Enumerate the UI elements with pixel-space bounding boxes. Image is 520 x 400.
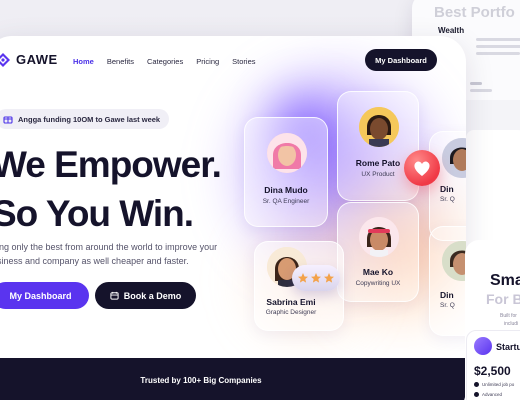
profile-role: Sr. Q: [440, 196, 455, 203]
nav-categories[interactable]: Categories: [147, 57, 183, 66]
nav-dashboard-button[interactable]: My Dashboard: [365, 49, 437, 71]
hero-card: GAWE Home Benefits Categories Pricing St…: [0, 36, 466, 400]
profile-name: Dina Mudo: [264, 185, 308, 195]
avatar: [442, 138, 466, 178]
trusted-text: Trusted by 100+ Big Companies: [140, 376, 262, 385]
plan-name: Startup: [496, 342, 520, 352]
avatar-photo: [442, 138, 466, 178]
main-nav: Home Benefits Categories Pricing Stories: [73, 57, 256, 66]
text-line: [476, 38, 520, 41]
heart-icon: [414, 161, 430, 176]
nav-benefits[interactable]: Benefits: [107, 57, 134, 66]
nav-pricing[interactable]: Pricing: [196, 57, 219, 66]
avatar-photo: [442, 241, 466, 281]
star-icon: [311, 273, 321, 283]
brand-name: GAWE: [16, 52, 58, 67]
profile-card-mae[interactable]: Mae Ko Copywriting UX: [337, 202, 419, 302]
avatar: [359, 217, 399, 257]
profile-role: Graphic Designer: [265, 309, 317, 316]
text-line: [470, 82, 482, 85]
profile-card-dina[interactable]: Dina Mudo Sr. QA Engineer: [244, 117, 328, 227]
text-line: [476, 45, 520, 48]
text-line: [470, 89, 492, 92]
description-line-1: iring only the best from around the worl…: [0, 242, 218, 252]
screenshot-stage: Best Portfo Wealth GAWE Home Benefits Ca…: [0, 0, 520, 400]
profile-role: Copywriting UX: [355, 280, 401, 287]
profile-role: Sr. Q: [440, 302, 455, 309]
check-icon: [474, 392, 479, 397]
announcement-text: Angga funding 10OM to Gawe last week: [18, 114, 161, 124]
logo-icon: [0, 52, 10, 67]
plan-feature-text: Unlimited job po: [482, 382, 515, 387]
profile-name: Din: [440, 290, 454, 300]
plan-icon: [474, 337, 492, 355]
calendar-icon: [110, 291, 119, 300]
profile-card-din-2[interactable]: Din Sr. Q: [429, 226, 466, 336]
hero-description: iring only the best from around the worl…: [0, 240, 232, 268]
avatar-photo: [359, 217, 399, 257]
pricing-body-line-1: Built for: [500, 313, 517, 319]
avatar-photo: [267, 133, 307, 173]
my-dashboard-button[interactable]: My Dashboard: [0, 282, 89, 309]
pricing-heading-line-1: Sma: [490, 272, 520, 289]
portfolio-subtitle: Wealth: [438, 26, 465, 35]
profile-role: Sr. QA Engineer: [262, 198, 310, 205]
profile-card-din-1[interactable]: Din Sr. Q: [429, 131, 466, 241]
profile-name: Din: [440, 184, 454, 194]
heart-bubble: [404, 150, 440, 186]
pricing-body-line-2: includi: [504, 321, 519, 327]
gift-icon: [3, 116, 13, 124]
plan-feature: Unlimited job po: [474, 382, 514, 387]
text-line: [476, 52, 520, 55]
avatar-photo: [359, 107, 399, 147]
check-icon: [474, 382, 479, 387]
portfolio-title: Best Portfo: [434, 4, 515, 21]
profile-name: Mae Ko: [362, 267, 394, 277]
plan-price: $2,500: [474, 364, 511, 378]
announcement-pill[interactable]: Angga funding 10OM to Gawe last week: [0, 109, 170, 129]
nav-home[interactable]: Home: [73, 57, 94, 66]
star-icon: [324, 273, 334, 283]
avatar: [359, 107, 399, 147]
profile-name: Sabrina Emi: [266, 297, 316, 307]
plan-feature: Advanced: [474, 392, 502, 397]
book-demo-label: Book a Demo: [123, 290, 182, 301]
rating-bubble: [292, 265, 340, 291]
nav-stories[interactable]: Stories: [232, 57, 255, 66]
headline-line-2: So You Win.: [0, 193, 194, 234]
avatar: [442, 241, 466, 281]
headline-line-1: We Empower.: [0, 144, 222, 185]
avatar: [267, 133, 307, 173]
pricing-heading-line-2: For B: [486, 291, 520, 307]
description-line-2: usiness and company as well cheaper and …: [0, 256, 189, 266]
star-icon: [298, 273, 308, 283]
plan-feature-text: Advanced: [482, 392, 503, 397]
brand-logo[interactable]: GAWE: [0, 52, 58, 67]
book-demo-button[interactable]: Book a Demo: [95, 282, 196, 309]
